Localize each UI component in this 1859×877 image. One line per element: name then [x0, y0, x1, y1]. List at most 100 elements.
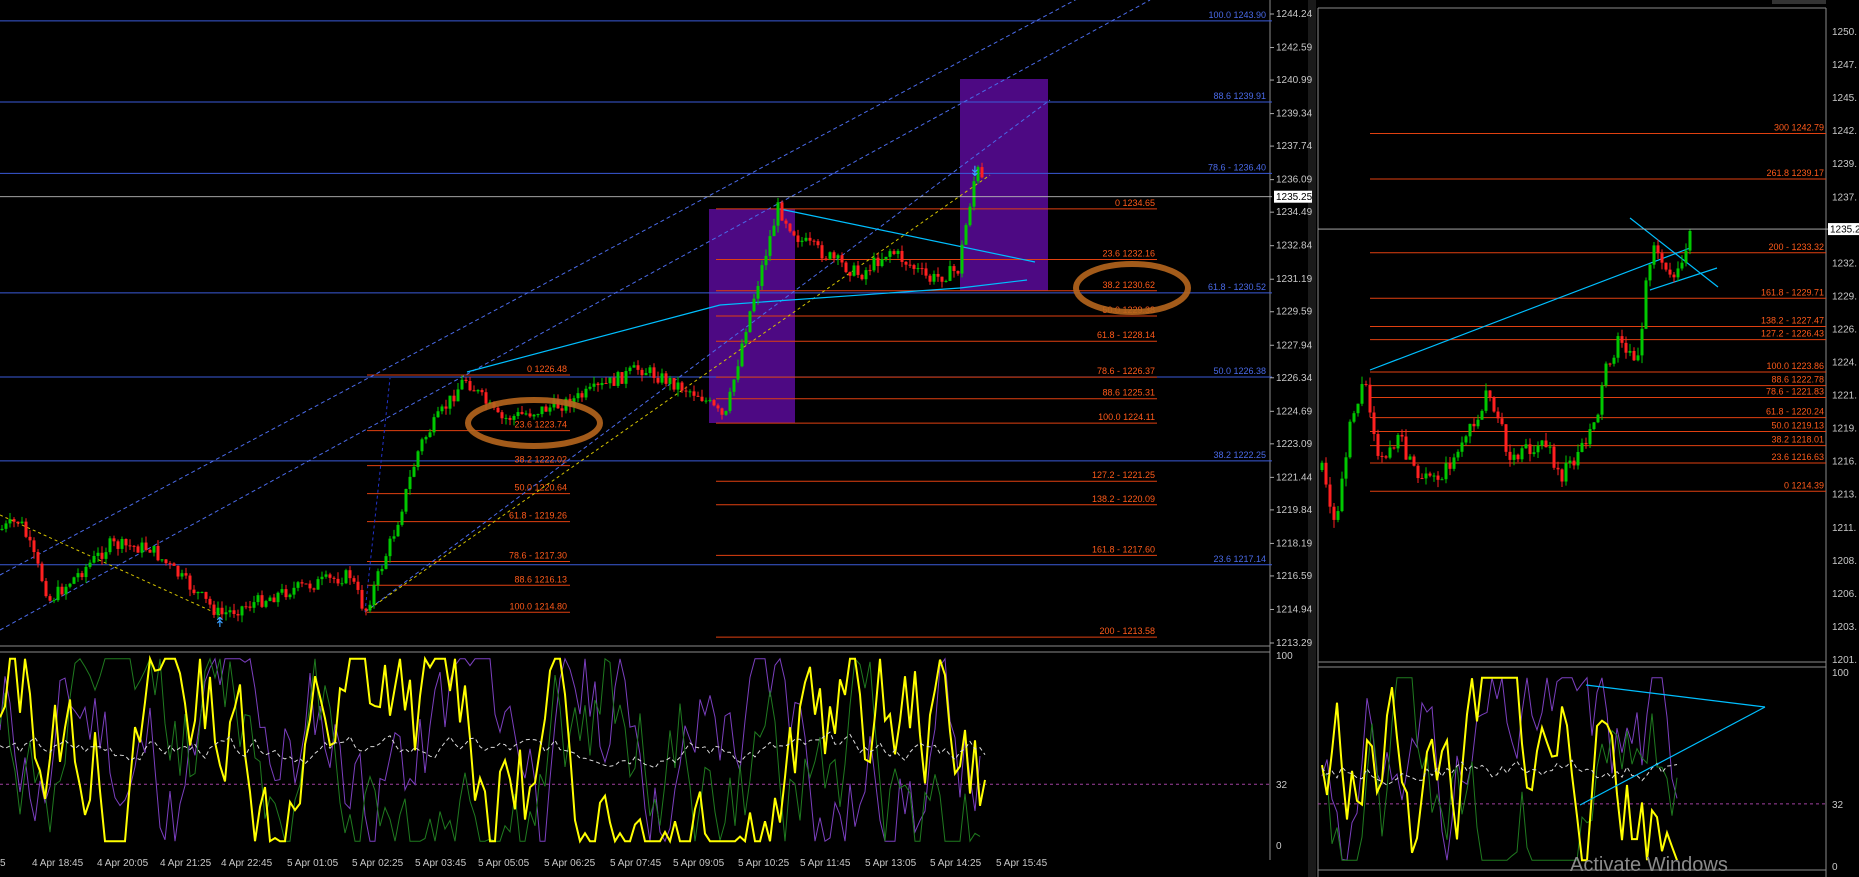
y-axis-label: 1213. [1832, 490, 1857, 501]
red-fib-label: 88.6 1222.78 [1771, 375, 1824, 385]
red-fib-label: 88.6 1216.13 [514, 574, 567, 584]
x-axis-label: 5 Apr 14:25 [930, 858, 982, 869]
y-axis-label: 1247. [1832, 60, 1857, 71]
osc-y-axis-label: 32 [1832, 800, 1844, 811]
y-axis-label: 1221.44 [1276, 472, 1313, 483]
y-axis-label: 1232. [1832, 258, 1857, 269]
y-axis-label: 1223.09 [1276, 439, 1313, 450]
y-axis-label: 1211. [1832, 523, 1856, 534]
y-axis-label: 1219.84 [1276, 505, 1313, 516]
red-fib-label: 78.6 - 1226.37 [1097, 366, 1155, 376]
osc-trend-line [1585, 684, 1766, 708]
blue-fib-label: 88.6 1239.91 [1213, 91, 1266, 101]
x-axis-label: 5 Apr 11:45 [800, 858, 851, 869]
osc-signal-line [0, 731, 986, 769]
red-fib-label: 50.0 1220.64 [514, 483, 567, 493]
y-axis-label: 1234.49 [1276, 207, 1313, 218]
right-candlestick-series [1320, 229, 1692, 528]
red-fib-label: 78.6 - 1217.30 [509, 551, 567, 561]
y-axis-label: 1244.24 [1276, 9, 1313, 20]
x-axis-label: 5 Apr 02:25 [352, 858, 404, 869]
activate-windows-watermark: Activate Windows [1570, 854, 1728, 876]
y-axis-label: 1221. [1832, 391, 1857, 402]
red-fib-label: 100.0 1223.86 [1766, 361, 1824, 371]
red-fib-label: 0 1234.65 [1115, 198, 1155, 208]
blue-fib-label: 38.2 1222.25 [1213, 450, 1266, 460]
y-axis-label: 1208. [1832, 556, 1857, 567]
red-fib-label: 100.0 1214.80 [509, 601, 567, 611]
x-axis-label: 5 Apr 15:45 [996, 858, 1048, 869]
red-fib-label: 127.2 - 1226.43 [1761, 329, 1824, 339]
red-fib-label: 38.2 1222.02 [514, 455, 567, 465]
scroll-stub [1772, 0, 1826, 4]
arrow-up-icon: ↟ [214, 614, 226, 630]
red-fib-label: 38.2 1230.62 [1102, 280, 1155, 290]
red-fib-label: 23.6 1232.16 [1102, 249, 1155, 259]
x-axis-label: 4 Apr 22:45 [221, 858, 273, 869]
y-axis-label: 1250. [1832, 27, 1857, 38]
y-axis-label: 1242. [1832, 126, 1857, 137]
x-axis-label: 5 Apr 13:05 [865, 858, 917, 869]
y-axis-label: 1237. [1832, 192, 1857, 203]
y-axis-label: 1203. [1832, 622, 1857, 633]
x-axis-label: 5 [0, 858, 6, 869]
x-axis-label: 5 Apr 10:25 [738, 858, 790, 869]
red-fib-label: 61.8 - 1219.26 [509, 511, 567, 521]
y-axis-label: 1224. [1832, 358, 1857, 369]
y-axis-label: 1226.34 [1276, 373, 1313, 384]
blue-fib-label: 50.0 1226.38 [1213, 366, 1266, 376]
x-axis-label: 5 Apr 03:45 [415, 858, 467, 869]
red-fib-label: 138.2 - 1220.09 [1092, 494, 1155, 504]
red-fib-label: 23.6 1216.63 [1771, 452, 1824, 462]
osc-main-line [1321, 676, 1678, 862]
y-axis-label: 1216.59 [1276, 571, 1313, 582]
red-fib-label: 38.2 1218.01 [1771, 435, 1824, 445]
x-axis-label: 5 Apr 01:05 [287, 858, 339, 869]
y-axis-label: 1242.59 [1276, 43, 1313, 54]
y-axis-label: 1213.29 [1276, 638, 1313, 649]
y-axis-label: 1226. [1832, 324, 1857, 335]
red-fib-label: 200 - 1233.32 [1768, 242, 1824, 252]
y-axis-label: 1229.59 [1276, 307, 1313, 318]
y-axis-label: 1218.19 [1276, 538, 1313, 549]
left-candlestick-series: ↟↡ [0, 162, 984, 630]
red-fib-label: 61.8 - 1220.24 [1766, 407, 1824, 417]
red-fib-label: 127.2 - 1221.25 [1092, 470, 1155, 480]
x-axis-label: 4 Apr 21:25 [160, 858, 212, 869]
x-axis-label: 5 Apr 07:45 [610, 858, 662, 869]
y-axis-label: 1206. [1832, 589, 1857, 600]
y-axis-label: 1231.19 [1276, 274, 1313, 285]
y-axis-label: 1239.34 [1276, 109, 1313, 120]
y-axis-label: 1239. [1832, 159, 1857, 170]
y-axis-label: 1216. [1832, 457, 1857, 468]
x-axis-label: 5 Apr 09:05 [673, 858, 725, 869]
channel-line [0, 0, 1151, 631]
red-fib-label: 0 1226.48 [527, 364, 567, 374]
y-axis-label: 1201. [1832, 655, 1857, 666]
arrow-down-icon: ↡ [969, 163, 981, 179]
y-axis-label: 1236.09 [1276, 175, 1313, 186]
red-fib-label: 0 1214.39 [1784, 480, 1824, 490]
current-price-label: 1235.2 [1830, 225, 1859, 236]
y-axis-label: 1237.74 [1276, 141, 1313, 152]
x-axis-label: 5 Apr 05:05 [478, 858, 530, 869]
x-axis-label: 4 Apr 18:45 [32, 858, 84, 869]
y-axis-label: 1245. [1832, 93, 1857, 104]
osc-y-axis-label: 100 [1276, 651, 1293, 662]
y-axis-label: 1232.84 [1276, 241, 1313, 252]
panel-borders [0, 0, 1827, 877]
osc-y-axis-label: 0 [1832, 862, 1838, 873]
y-axis-label: 1229. [1832, 291, 1857, 302]
x-axis-label: 5 Apr 06:25 [544, 858, 596, 869]
blue-fib-label: 100.0 1243.90 [1208, 10, 1266, 20]
red-fib-label: 161.8 - 1229.71 [1761, 287, 1824, 297]
blue-fib-label: 61.8 - 1230.52 [1208, 282, 1266, 292]
red-fib-label: 88.6 1225.31 [1102, 388, 1155, 398]
red-fib-label: 161.8 - 1217.60 [1092, 544, 1155, 554]
blue-fib-label: 78.6 - 1236.40 [1208, 162, 1266, 172]
osc-y-axis-label: 0 [1276, 841, 1282, 852]
red-fib-label: 61.8 - 1228.14 [1097, 330, 1155, 340]
current-price-label: 1235.25 [1276, 192, 1313, 203]
red-fib-label: 138.2 - 1227.47 [1761, 315, 1824, 325]
y-axis-label: 1214.94 [1276, 604, 1313, 615]
